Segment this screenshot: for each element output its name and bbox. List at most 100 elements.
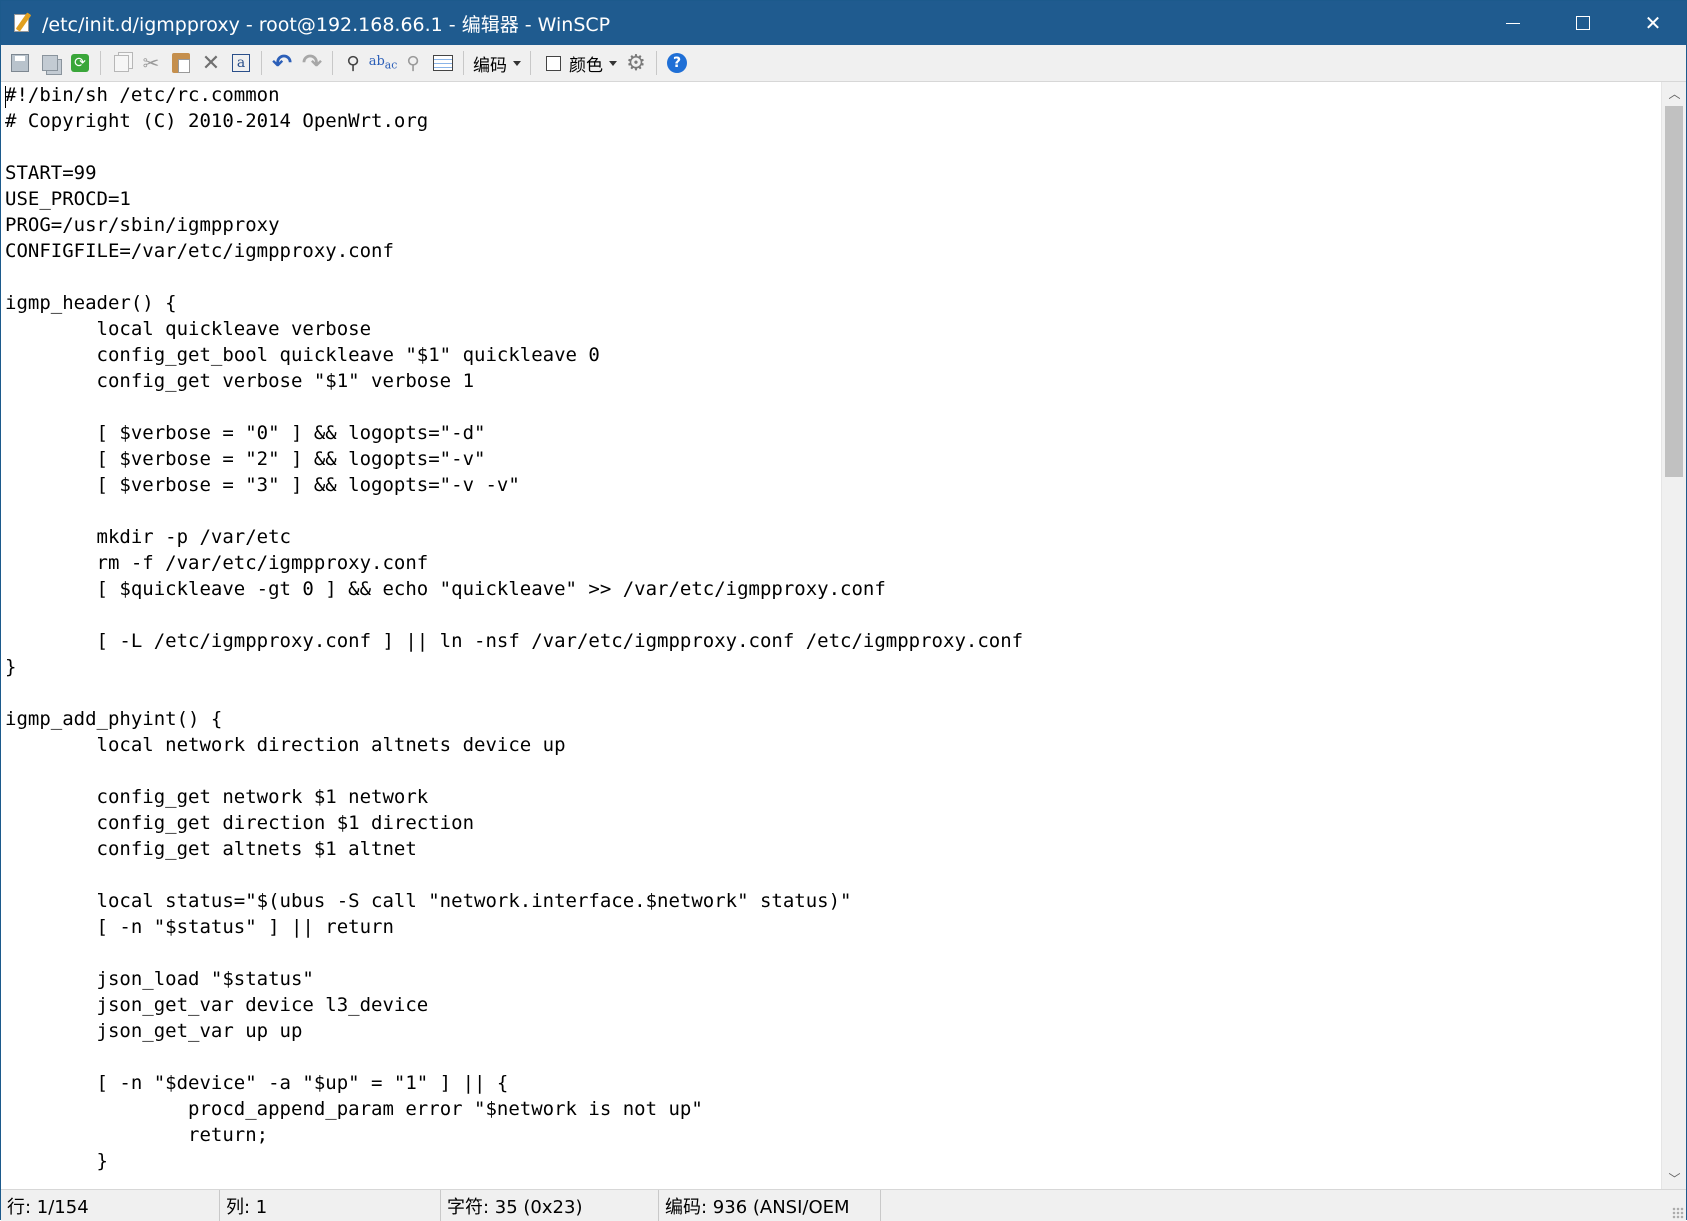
code-line[interactable]: START=99 [5, 160, 1661, 186]
chevron-down-icon [609, 60, 617, 66]
scroll-down-arrow-icon[interactable]: ﹀ [1662, 1167, 1687, 1189]
text-editor-area[interactable]: #!/bin/sh /etc/rc.common # Copyright (C) … [1, 82, 1661, 1189]
code-line[interactable]: } [5, 654, 1661, 680]
resize-grip-icon[interactable] [1672, 1207, 1684, 1219]
cut-icon: ✂ [142, 51, 160, 75]
go-to-line-button[interactable] [430, 50, 456, 76]
code-line[interactable] [5, 1044, 1661, 1070]
paste-icon [172, 53, 190, 73]
replace-button[interactable]: abac [368, 50, 398, 76]
code-line[interactable] [5, 680, 1661, 706]
code-line[interactable]: } [5, 1148, 1661, 1174]
code-line[interactable]: [ $verbose = "3" ] && logopts="-v -v" [5, 472, 1661, 498]
code-line[interactable]: [ $verbose = "2" ] && logopts="-v" [5, 446, 1661, 472]
paste-button[interactable] [168, 50, 194, 76]
code-line[interactable]: config_get direction $1 direction [5, 810, 1661, 836]
code-line[interactable]: CONFIGFILE=/var/etc/igmpproxy.conf [5, 238, 1661, 264]
code-line[interactable] [5, 602, 1661, 628]
code-line[interactable]: local quickleave verbose [5, 316, 1661, 342]
close-button[interactable]: ✕ [1618, 1, 1687, 45]
code-line[interactable]: config_get altnets $1 altnet [5, 836, 1661, 862]
code-line[interactable]: [ $verbose = "0" ] && logopts="-d" [5, 420, 1661, 446]
undo-button[interactable]: ↶ [269, 49, 295, 77]
find-button[interactable]: ⚲ [340, 50, 366, 76]
code-line[interactable]: mkdir -p /var/etc [5, 524, 1661, 550]
color-dropdown[interactable]: 颜色 [540, 51, 617, 76]
code-line[interactable]: [ -n "$status" ] || return [5, 914, 1661, 940]
toolbar: ⟳ ✂ ✕ a ↶ ↷ ⚲ abac ⚲ 编码 颜色 ⚙ ? [1, 45, 1686, 82]
code-line[interactable]: igmp_header() { [5, 290, 1661, 316]
redo-icon: ↷ [301, 49, 323, 77]
encoding-dropdown[interactable]: 编码 [473, 51, 521, 76]
code-line[interactable]: #!/bin/sh /etc/rc.common [5, 82, 1661, 108]
replace-icon: abac [368, 54, 398, 72]
color-label: 颜色 [569, 55, 603, 76]
code-line[interactable] [5, 264, 1661, 290]
code-line[interactable] [5, 134, 1661, 160]
chevron-down-icon [513, 60, 521, 66]
color-swatch-checkbox[interactable] [546, 55, 561, 71]
copy-icon [113, 54, 129, 72]
vertical-scrollbar[interactable]: ︿ ﹀ [1661, 82, 1686, 1189]
code-line[interactable]: igmp_add_phyint() { [5, 706, 1661, 732]
gear-icon: ⚙ [626, 50, 646, 76]
code-line[interactable]: # Copyright (C) 2010-2014 OpenWrt.org [5, 108, 1661, 134]
help-icon: ? [667, 53, 687, 73]
cut-button[interactable]: ✂ [138, 50, 164, 76]
code-line[interactable] [5, 758, 1661, 784]
code-line[interactable]: config_get verbose "$1" verbose 1 [5, 368, 1661, 394]
status-bar: 行: 1/154 列: 1 字符: 35 (0x23) 编码: 936 (ANS… [1, 1189, 1686, 1221]
status-line: 行: 1/154 [1, 1190, 220, 1221]
copy-button[interactable] [108, 50, 134, 76]
code-text[interactable]: #!/bin/sh /etc/rc.common # Copyright (C) … [1, 82, 1661, 1174]
code-line[interactable]: USE_PROCD=1 [5, 186, 1661, 212]
code-line[interactable]: config_get network $1 network [5, 784, 1661, 810]
title-bar[interactable]: /etc/init.d/igmpproxy - root@192.168.66.… [1, 1, 1686, 45]
code-line[interactable] [5, 394, 1661, 420]
code-line[interactable]: config_get_bool quickleave "$1" quicklea… [5, 342, 1661, 368]
code-line[interactable]: [ -L /etc/igmpproxy.conf ] || ln -nsf /v… [5, 628, 1661, 654]
save-icon [11, 54, 29, 72]
save-all-icon [42, 55, 58, 71]
code-line[interactable] [5, 940, 1661, 966]
scroll-up-arrow-icon[interactable]: ︿ [1662, 82, 1687, 104]
toolbar-separator [530, 51, 531, 75]
maximize-icon [1576, 16, 1590, 30]
preferences-button[interactable]: ⚙ [623, 50, 649, 76]
window-title: /etc/init.d/igmpproxy - root@192.168.66.… [42, 13, 611, 36]
save-all-button[interactable] [37, 50, 63, 76]
code-line[interactable] [5, 862, 1661, 888]
toolbar-separator [100, 51, 101, 75]
editor-window: /etc/init.d/igmpproxy - root@192.168.66.… [0, 0, 1687, 1221]
code-line[interactable]: procd_append_param error "$network is no… [5, 1096, 1661, 1122]
select-all-button[interactable]: a [228, 50, 254, 76]
toolbar-separator [332, 51, 333, 75]
reload-button[interactable]: ⟳ [67, 50, 93, 76]
undo-icon: ↶ [271, 49, 293, 77]
code-line[interactable]: rm -f /var/etc/igmpproxy.conf [5, 550, 1661, 576]
maximize-button[interactable] [1548, 1, 1618, 45]
delete-button[interactable]: ✕ [198, 50, 224, 76]
encoding-label: 编码 [473, 55, 507, 76]
code-line[interactable] [5, 498, 1661, 524]
code-line[interactable]: [ $quickleave -gt 0 ] && echo "quickleav… [5, 576, 1661, 602]
help-button[interactable]: ? [664, 50, 690, 76]
code-line[interactable]: local network direction altnets device u… [5, 732, 1661, 758]
code-line[interactable]: json_get_var device l3_device [5, 992, 1661, 1018]
find-next-button[interactable]: ⚲ [400, 50, 426, 76]
save-button[interactable] [7, 50, 33, 76]
toolbar-separator [463, 51, 464, 75]
code-line[interactable]: [ -n "$device" -a "$up" = "1" ] || { [5, 1070, 1661, 1096]
find-binoculars-icon: ⚲ [346, 52, 360, 74]
code-line[interactable]: json_load "$status" [5, 966, 1661, 992]
minimize-button[interactable] [1478, 1, 1548, 45]
code-line[interactable]: PROG=/usr/sbin/igmpproxy [5, 212, 1661, 238]
code-line[interactable]: local status="$(ubus -S call "network.in… [5, 888, 1661, 914]
status-encoding: 编码: 936 (ANSI/OEM [659, 1190, 881, 1221]
scrollbar-thumb[interactable] [1665, 106, 1683, 477]
redo-button[interactable]: ↷ [299, 49, 325, 77]
code-line[interactable]: json_get_var up up [5, 1018, 1661, 1044]
code-line[interactable]: return; [5, 1122, 1661, 1148]
text-caret [5, 86, 6, 108]
toolbar-separator [656, 51, 657, 75]
